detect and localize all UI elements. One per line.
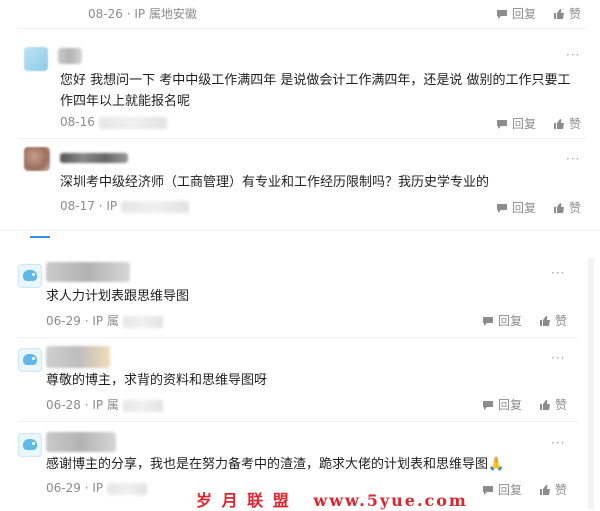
reply-icon (497, 9, 507, 19)
more-options-button[interactable]: ··· (566, 48, 580, 62)
more-options-button[interactable]: ··· (566, 152, 580, 166)
comment-meta: 08-26 · IP 属地安徽 (88, 7, 197, 21)
ip-location-blurred (122, 399, 163, 412)
like-button[interactable]: 赞 (553, 5, 581, 22)
reply-button[interactable]: 回复 (482, 396, 522, 413)
like-button[interactable]: 赞 (539, 312, 567, 329)
username-blurred[interactable] (58, 48, 82, 64)
comment-date: 06-29 (46, 481, 81, 495)
comment-text: 尊敬的博主，求背的资料和思维导图呀 (46, 373, 268, 388)
divider (18, 138, 586, 139)
comment-meta: 08-16 (60, 115, 167, 129)
comment-meta: 08-17 · IP (60, 199, 189, 213)
reply-icon (483, 316, 493, 326)
avatar[interactable] (18, 264, 42, 288)
ip-location-blurred (120, 200, 189, 213)
thumbs-up-icon (554, 8, 564, 19)
like-button[interactable]: 赞 (539, 481, 567, 498)
thumbs-up-icon (540, 484, 550, 495)
comment-date: 08-26 (88, 7, 123, 21)
reply-button[interactable]: 回复 (496, 199, 536, 216)
more-options-button[interactable]: ··· (551, 266, 565, 280)
more-options-button[interactable]: ··· (551, 351, 565, 365)
ip-location: IP 属 (92, 398, 119, 412)
comment-date: 06-28 (46, 398, 81, 412)
thumbs-up-icon (540, 315, 550, 326)
tab-indicator (30, 236, 50, 238)
like-button[interactable]: 赞 (539, 396, 567, 413)
reply-button[interactable]: 回复 (496, 115, 536, 132)
comment-text: 深圳考中级经济师（工商管理）有专业和工作经历限制吗？我历史学专业的 (60, 175, 490, 190)
thumbs-up-icon (554, 202, 564, 213)
ip-location: IP 属地安徽 (134, 7, 197, 21)
reply-icon (483, 485, 493, 495)
comment-meta: 06-29 · IP (46, 481, 147, 495)
more-options-button[interactable]: ··· (551, 436, 565, 450)
reply-button[interactable]: 回复 (482, 481, 522, 498)
divider (18, 337, 578, 338)
username-blurred[interactable] (46, 432, 116, 452)
thumbs-up-icon (540, 399, 550, 410)
ip-location: IP 属 (92, 314, 119, 328)
username-blurred[interactable] (60, 153, 128, 163)
comment-date: 08-16 (60, 115, 95, 129)
reply-icon (497, 203, 507, 213)
scrollbar[interactable] (588, 258, 594, 509)
comment-text: 求人力计划表跟思维导图 (46, 289, 190, 304)
ip-location-blurred (106, 482, 147, 495)
ip-location-blurred (122, 315, 163, 328)
avatar[interactable] (24, 147, 50, 171)
like-button[interactable]: 赞 (553, 115, 581, 132)
site-watermark: 岁 月 联 盟 www.5yue.com (196, 491, 468, 510)
reply-icon (483, 400, 493, 410)
ip-location: IP (92, 481, 104, 495)
username-blurred[interactable] (46, 346, 110, 368)
like-button[interactable]: 赞 (553, 199, 581, 216)
comment-text: 感谢博主的分享，我也是在努力备考中的渣渣，跪求大佬的计划表和思维导图🙏 (46, 457, 505, 472)
reply-icon (497, 119, 507, 129)
comment-date: 06-29 (46, 314, 81, 328)
divider (18, 421, 578, 422)
comment-meta: 06-29 · IP 属 (46, 312, 163, 329)
divider (18, 28, 586, 29)
comment-date: 08-17 (60, 199, 95, 213)
username-blurred[interactable] (46, 262, 130, 282)
avatar[interactable] (18, 433, 42, 457)
avatar[interactable] (18, 348, 42, 372)
ip-location: IP (106, 199, 118, 213)
avatar[interactable] (24, 47, 48, 71)
comment-text: 您好 我想问一下 考中中级工作满四年 是说做会计工作满四年，还是说 做别的工作只… (60, 73, 571, 109)
ip-location-blurred (98, 116, 167, 129)
thumbs-up-icon (554, 118, 564, 129)
reply-button[interactable]: 回复 (496, 5, 536, 22)
reply-button[interactable]: 回复 (482, 312, 522, 329)
comment-meta: 06-28 · IP 属 (46, 396, 163, 413)
